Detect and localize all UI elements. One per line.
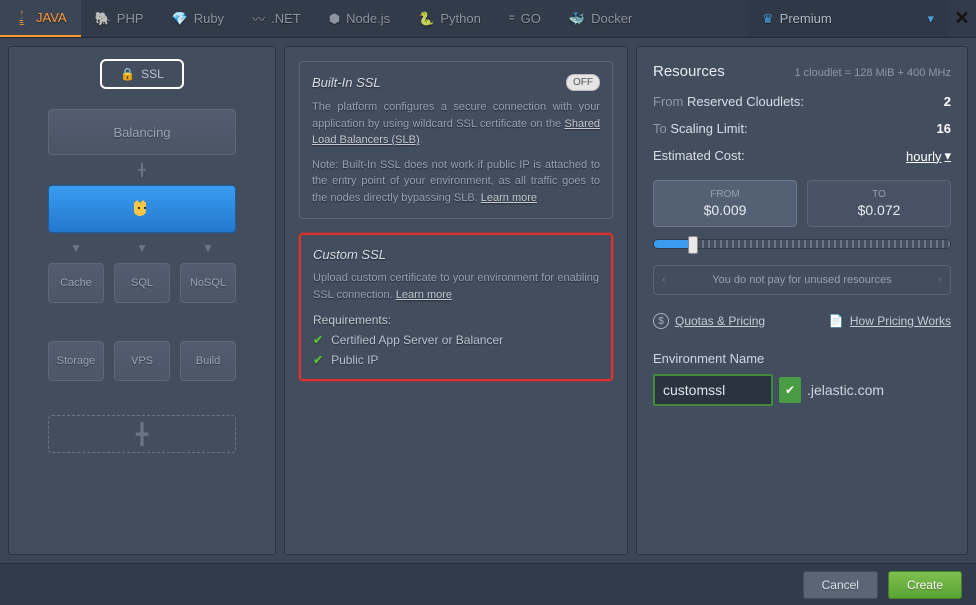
builtin-ssl-note: Note: Built-In SSL does not work if publ… <box>312 157 600 207</box>
topology-column: 🔒 SSL Balancing ╋ ▼▼▼ Cache SQL NoSQL St… <box>8 46 276 555</box>
dotnet-icon: 〰 <box>252 9 265 28</box>
price-to-box: TO $0.072 <box>807 180 951 227</box>
cloudlet-unit: 1 cloudlet = 128 MiB + 400 MHz <box>794 67 951 79</box>
price-from-box: FROM $0.009 <box>653 180 797 227</box>
env-validate-icon: ✔ <box>779 377 801 403</box>
custom-ssl-title: Custom SSL <box>313 247 599 262</box>
check-icon: ✔ <box>313 353 323 367</box>
builtin-learn-more-link[interactable]: Learn more <box>481 192 537 204</box>
arrows-row: ▼▼▼ <box>70 241 214 255</box>
custom-ssl-panel: Custom SSL Upload custom certificate to … <box>299 233 613 381</box>
tab-dotnet[interactable]: 〰.NET <box>238 0 315 37</box>
dollar-icon: $ <box>653 313 669 329</box>
requirements-heading: Requirements: <box>313 313 599 327</box>
sql-node[interactable]: SQL <box>114 263 170 303</box>
env-name-label: Environment Name <box>653 351 951 366</box>
chevron-down-icon: ▾ <box>927 11 934 27</box>
java-icon <box>14 10 30 26</box>
tab-python[interactable]: 🐍Python <box>404 0 495 37</box>
quotas-link[interactable]: Quotas & Pricing <box>675 314 765 328</box>
cancel-button[interactable]: Cancel <box>803 571 878 599</box>
tab-docker[interactable]: 🐳Docker <box>555 0 646 37</box>
premium-dropdown[interactable]: ♛ Premium ▾ <box>748 0 948 37</box>
nodejs-icon: ⬢ <box>329 11 340 27</box>
arrow-down-icon: ╋ <box>138 163 145 177</box>
resources-title: Resources <box>653 63 725 80</box>
resources-column: Resources 1 cloudlet = 128 MiB + 400 MHz… <box>636 46 968 555</box>
tab-go[interactable]: =GO <box>495 0 555 37</box>
lock-icon: 🔒 <box>120 67 135 81</box>
note-next[interactable]: › <box>938 274 942 286</box>
tab-nodejs[interactable]: ⬢Node.js <box>315 0 404 37</box>
tab-php[interactable]: 🐘PHP <box>81 0 158 37</box>
tomcat-icon <box>128 199 156 219</box>
go-icon: = <box>509 13 515 24</box>
python-icon: 🐍 <box>418 11 434 27</box>
create-button[interactable]: Create <box>888 571 962 599</box>
estimated-cost-row: Estimated Cost: hourly▾ <box>653 148 951 164</box>
slider-thumb[interactable] <box>688 236 698 254</box>
build-node[interactable]: Build <box>180 341 236 381</box>
vps-node[interactable]: VPS <box>114 341 170 381</box>
docker-icon: 🐳 <box>569 11 585 27</box>
tab-java[interactable]: JAVA <box>0 0 81 37</box>
nosql-node[interactable]: NoSQL <box>180 263 236 303</box>
app-server-node[interactable] <box>48 185 236 233</box>
custom-ssl-text: Upload custom certificate to your enviro… <box>313 270 599 303</box>
add-node-button[interactable]: ╋ <box>48 415 236 453</box>
env-domain: .jelastic.com <box>807 382 884 398</box>
reserved-cloudlets-row: From Reserved Cloudlets: 2 <box>653 94 951 109</box>
check-icon: ✔ <box>313 333 323 347</box>
price-slider[interactable] <box>653 239 951 249</box>
builtin-ssl-text: The platform configures a secure connect… <box>312 99 600 149</box>
requirement-publicip: ✔ Public IP <box>313 353 599 367</box>
ssl-toggle-tab[interactable]: 🔒 SSL <box>100 59 184 89</box>
ruby-icon: 💎 <box>172 11 188 27</box>
dialog-footer: Cancel Create <box>0 563 976 605</box>
cost-period-dropdown[interactable]: hourly▾ <box>906 148 951 164</box>
chevron-down-icon: ▾ <box>944 148 951 164</box>
builtin-ssl-title: Built-In SSL <box>312 75 381 90</box>
builtin-ssl-toggle[interactable]: OFF <box>566 74 600 91</box>
cache-node[interactable]: Cache <box>48 263 104 303</box>
howpricing-link[interactable]: How Pricing Works <box>850 314 951 328</box>
storage-node[interactable]: Storage <box>48 341 104 381</box>
document-icon: 📄 <box>829 314 844 328</box>
language-tabs: JAVA 🐘PHP 💎Ruby 〰.NET ⬢Node.js 🐍Python =… <box>0 0 976 38</box>
custom-learn-more-link[interactable]: Learn more <box>396 289 452 301</box>
tab-ruby[interactable]: 💎Ruby <box>158 0 239 37</box>
builtin-ssl-panel: Built-In SSL OFF The platform configures… <box>299 61 613 219</box>
scaling-limit-row: To Scaling Limit: 16 <box>653 121 951 136</box>
crown-icon: ♛ <box>762 11 774 27</box>
requirement-appserver: ✔ Certified App Server or Balancer <box>313 333 599 347</box>
pricing-note: ‹ You do not pay for unused resources › <box>653 265 951 295</box>
close-button[interactable]: ✕ <box>948 8 976 29</box>
balancing-node[interactable]: Balancing <box>48 109 236 155</box>
env-name-input[interactable] <box>653 374 773 406</box>
ssl-settings-column: Built-In SSL OFF The platform configures… <box>284 46 628 555</box>
php-icon: 🐘 <box>95 11 111 27</box>
note-prev[interactable]: ‹ <box>662 274 666 286</box>
